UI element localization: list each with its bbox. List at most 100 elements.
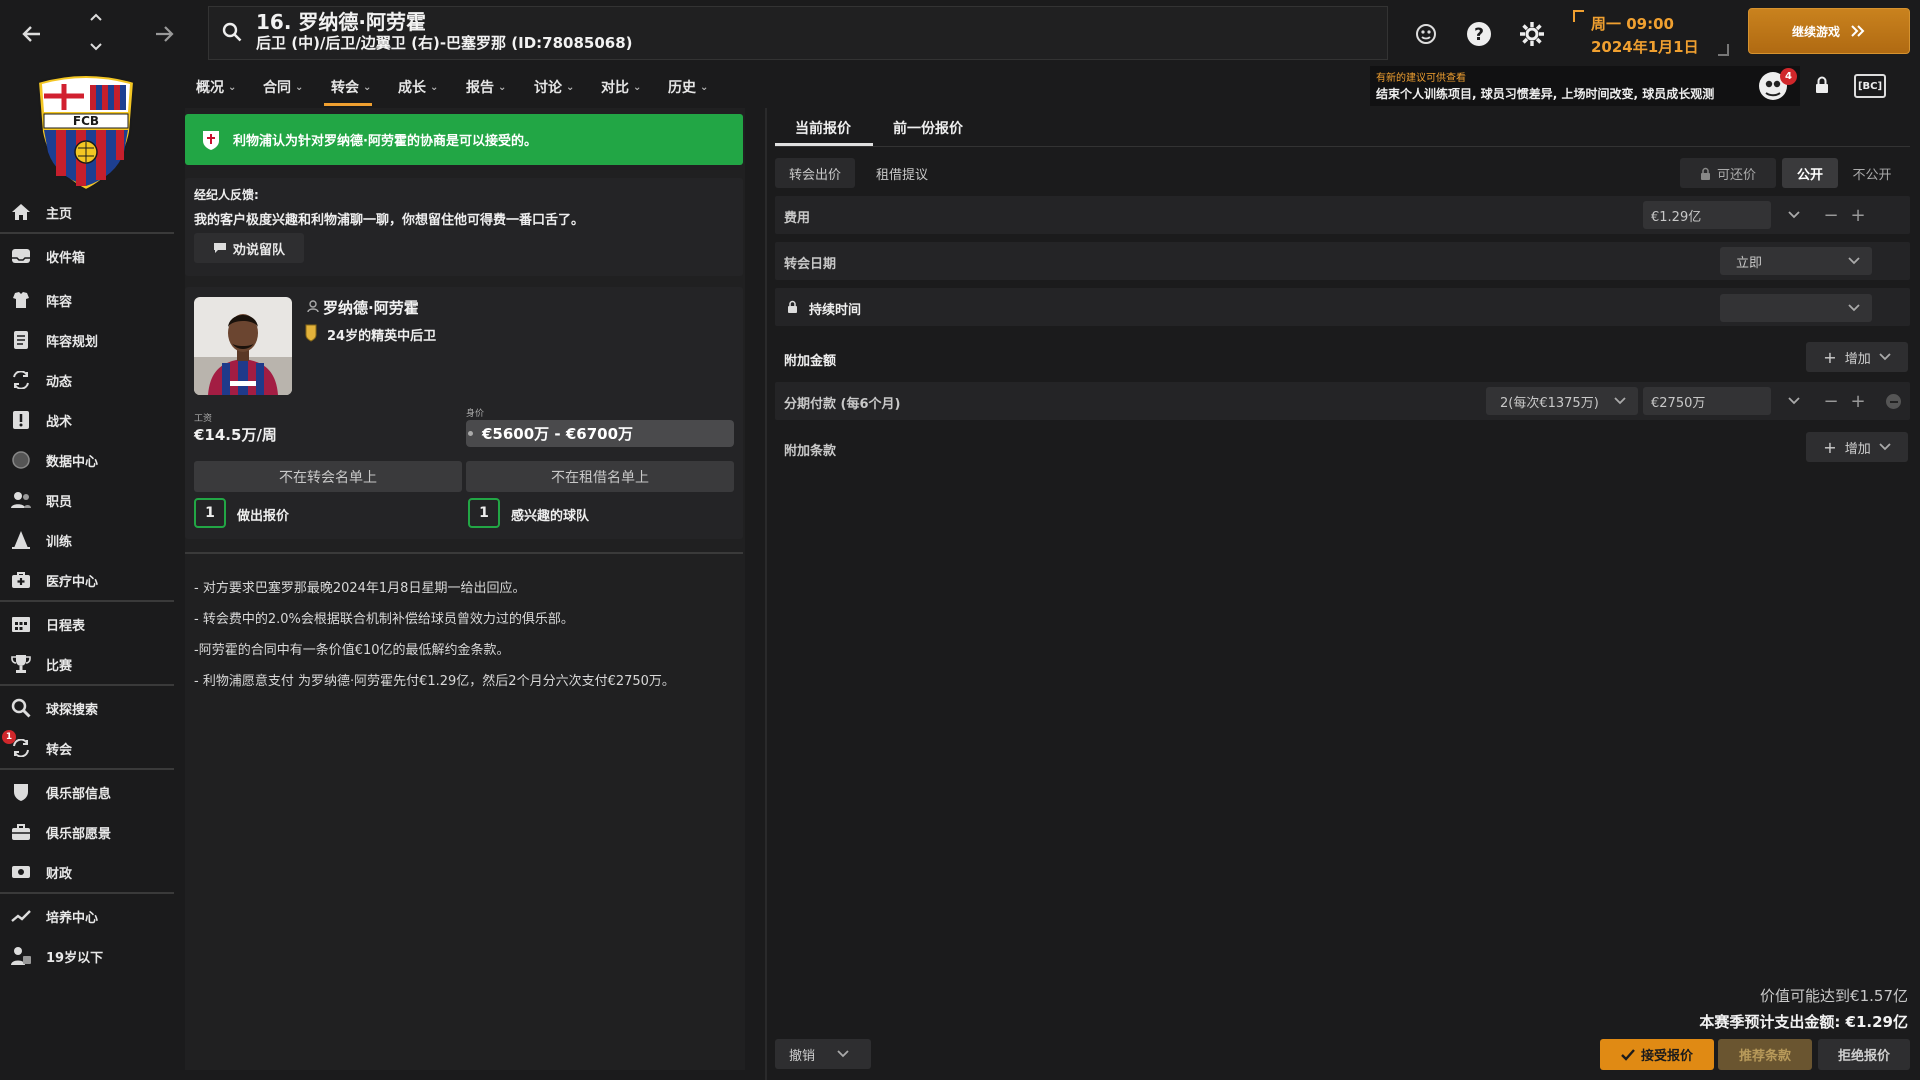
chevron-down-icon: ⌄ xyxy=(295,81,304,93)
medical-icon xyxy=(10,569,32,591)
sidebar-item-club-vision[interactable]: 俱乐部愿景 xyxy=(10,816,170,848)
subnav-label: 概况 xyxy=(196,80,224,96)
subnav-history[interactable]: 历史 ⌄ xyxy=(668,74,708,100)
transfer-date-select[interactable]: 立即 xyxy=(1720,247,1872,275)
installments-input[interactable]: €2750万 xyxy=(1643,387,1771,415)
sidebar-item-label: 收件箱 xyxy=(46,250,86,266)
subnav-contract[interactable]: 合同 ⌄ xyxy=(263,74,303,100)
sidebar-item-dynamics[interactable]: 动态 xyxy=(10,364,170,396)
installments-decrease-button[interactable]: − xyxy=(1820,390,1842,412)
u19-icon xyxy=(10,945,32,967)
settings-gear-icon[interactable] xyxy=(1515,17,1549,51)
note-solidarity: - 转会费中的2.0%会根据联合机制补偿给球员曾效力过的俱乐部。 xyxy=(194,612,574,627)
sidebar-item-data-hub[interactable]: 数据中心 xyxy=(10,444,170,476)
reject-offer-button[interactable]: 拒绝报价 xyxy=(1818,1039,1910,1070)
offers-label[interactable]: 做出报价 xyxy=(237,505,289,524)
add-clause-button[interactable]: + 增加 xyxy=(1806,432,1908,462)
value-range-bar: €5600万 - €6700万 xyxy=(466,420,734,447)
sidebar-item-label: 战术 xyxy=(46,414,73,430)
subnav-label: 转会 xyxy=(331,80,359,96)
persuade-to-stay-button[interactable]: 劝说留队 xyxy=(194,233,304,263)
search-icon[interactable] xyxy=(222,22,242,42)
sidebar-item-label: 主页 xyxy=(46,206,73,222)
fee-dropdown-chevron-icon[interactable] xyxy=(1783,204,1805,226)
sidebar-item-medical[interactable]: 医疗中心 xyxy=(10,564,170,596)
subnav-transfer[interactable]: 转会 ⌄ xyxy=(331,74,371,100)
sidebar-item-squad-planner[interactable]: 阵容规划 xyxy=(10,324,170,356)
sidebar-item-club-info[interactable]: 俱乐部信息 xyxy=(10,776,170,808)
lock-icon xyxy=(787,300,798,313)
installments-count-select[interactable]: 2(每次€1375万) xyxy=(1486,387,1638,415)
installments-dropdown-chevron-icon[interactable] xyxy=(1783,390,1805,412)
accept-offer-button[interactable]: 接受报价 xyxy=(1600,1039,1714,1070)
panel-divider xyxy=(765,108,767,1080)
player-name[interactable]: 罗纳德·阿劳霍 xyxy=(323,297,419,318)
cancel-button[interactable]: 撤销 xyxy=(775,1039,871,1069)
offers-count[interactable]: 1 xyxy=(194,498,226,528)
sidebar-item-development[interactable]: 培养中心 xyxy=(10,900,170,932)
fee-increase-button[interactable]: + xyxy=(1847,204,1869,226)
subnav-overview[interactable]: 概况 ⌄ xyxy=(196,74,236,100)
soccer-face-icon[interactable] xyxy=(1409,17,1443,51)
interested-label[interactable]: 感兴趣的球队 xyxy=(511,505,589,524)
suggest-terms-button[interactable]: 推荐条款 xyxy=(1718,1039,1812,1070)
lock-icon[interactable] xyxy=(1814,76,1830,94)
fm-badge-icon[interactable]: [BC] xyxy=(1854,74,1886,98)
continue-game-button[interactable]: 继续游戏 xyxy=(1748,8,1910,54)
club-logo[interactable]: FCB xyxy=(30,72,142,192)
sidebar-item-finances[interactable]: 财政 xyxy=(10,856,170,888)
duration-select[interactable] xyxy=(1720,294,1872,322)
chevron-down-icon: ⌄ xyxy=(498,81,507,93)
subnav-development[interactable]: 成长 ⌄ xyxy=(398,74,438,100)
forward-arrow-icon[interactable] xyxy=(144,14,184,54)
sidebar-item-label: 19岁以下 xyxy=(46,950,104,966)
tab-current-offer[interactable]: 当前报价 xyxy=(795,118,851,138)
fee-decrease-button[interactable]: − xyxy=(1820,204,1842,226)
add-addon-button[interactable]: + 增加 xyxy=(1806,342,1908,372)
back-arrow-icon[interactable] xyxy=(12,14,52,54)
subnav-discuss[interactable]: 讨论 ⌄ xyxy=(534,74,574,100)
public-toggle[interactable]: 公开 xyxy=(1782,158,1838,188)
chevron-down-icon[interactable] xyxy=(88,40,104,54)
subnav-reports[interactable]: 报告 ⌄ xyxy=(466,74,506,100)
divider xyxy=(0,232,174,234)
transfer-list-status-button[interactable]: 不在转会名单上 xyxy=(194,461,462,492)
note-payment-terms: - 利物浦愿意支付 为罗纳德·阿劳霍先付€1.29亿，然后2个月分六次支付€27… xyxy=(194,674,675,689)
subnav-compare[interactable]: 对比 ⌄ xyxy=(601,74,641,100)
tab-previous-offer[interactable]: 前一份报价 xyxy=(893,118,963,138)
chevron-up-icon[interactable] xyxy=(88,10,104,24)
game-date-box[interactable]: 周一 09:00 2024年1月1日 xyxy=(1573,10,1729,56)
sidebar-item-competitions[interactable]: 比赛 xyxy=(10,648,170,680)
sidebar-item-transfers[interactable]: 转会 xyxy=(10,732,170,764)
sidebar-item-scouting[interactable]: 球探搜索 xyxy=(10,692,170,724)
double-chevron-right-icon xyxy=(1851,25,1865,37)
sidebar-item-staff[interactable]: 职员 xyxy=(10,484,170,516)
loan-list-status-button[interactable]: 不在租借名单上 xyxy=(466,461,734,492)
interested-count[interactable]: 1 xyxy=(468,498,500,528)
help-icon[interactable]: ? xyxy=(1462,17,1496,51)
remove-installment-icon[interactable] xyxy=(1886,394,1901,409)
sidebar-item-squad[interactable]: 阵容 xyxy=(10,284,170,316)
fee-input[interactable]: €1.29亿 xyxy=(1643,201,1771,229)
subnav-label: 报告 xyxy=(466,80,494,96)
private-toggle[interactable]: 不公开 xyxy=(1842,158,1902,188)
sidebar-item-home[interactable]: 主页 xyxy=(10,196,170,228)
subnav-label: 历史 xyxy=(668,80,696,96)
sidebar-item-schedule[interactable]: 日程表 xyxy=(10,608,170,640)
sidebar-item-inbox[interactable]: 收件箱 xyxy=(10,240,170,272)
tab-loan-offer[interactable]: 租借提议 xyxy=(860,158,944,188)
player-photo[interactable] xyxy=(194,297,292,395)
tab-transfer-offer[interactable]: 转会出价 xyxy=(775,158,855,188)
advice-title: 有新的建议可供查看 xyxy=(1376,73,1466,84)
development-icon xyxy=(10,905,32,927)
divider xyxy=(0,684,174,686)
player-description: 24岁的精英中后卫 xyxy=(327,329,437,344)
sidebar-item-u19[interactable]: 19岁以下 xyxy=(10,940,170,972)
sidebar-item-tactics[interactable]: 战术 xyxy=(10,404,170,436)
installments-increase-button[interactable]: + xyxy=(1847,390,1869,412)
sidebar-item-label: 培养中心 xyxy=(46,910,99,926)
sidebar-item-training[interactable]: 训练 xyxy=(10,524,170,556)
wage-label: 工资 xyxy=(194,414,213,424)
negotiable-toggle[interactable]: 可还价 xyxy=(1680,158,1776,188)
advice-strip[interactable]: 有新的建议可供查看 结束个人训练项目, 球员习惯差异, 上场时间改变, 球员成长… xyxy=(1370,66,1800,106)
